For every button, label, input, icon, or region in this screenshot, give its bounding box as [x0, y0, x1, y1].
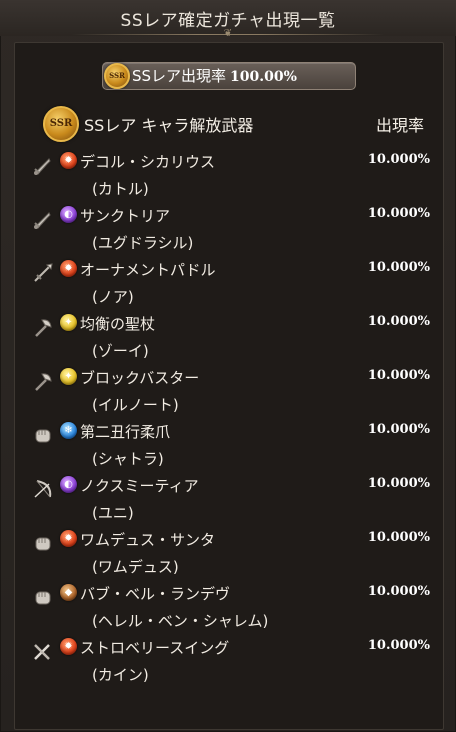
- character-name: (ヘレル・ベン・シャレム): [92, 612, 269, 630]
- dark-element-icon: ◐: [60, 206, 77, 223]
- character-name: (カトル): [92, 180, 149, 198]
- dagger-weapon-icon: [32, 208, 54, 230]
- water-element-icon: ❄: [60, 422, 77, 439]
- fist-weapon-icon: [32, 424, 54, 446]
- character-name: (ユニ): [92, 504, 134, 522]
- fire-element-icon: ✹: [60, 260, 77, 277]
- weapon-name: ワムデュス・サンタ: [80, 531, 216, 549]
- item-rate: 10.000%: [367, 638, 430, 653]
- ssr-badge-icon: SSR: [104, 63, 130, 89]
- header-ornament-icon: ❦: [223, 28, 233, 39]
- sword-weapon-icon: [32, 640, 54, 662]
- item-rate: 10.000%: [367, 422, 430, 437]
- list-item: ✦ 均衡の聖杖 (ゾーイ) 10.000%: [30, 312, 440, 366]
- light-element-icon: ✦: [60, 314, 77, 331]
- ssr-rate-text: SSレア出現率 100.00%: [132, 65, 352, 86]
- list-item: ✹ デコル・シカリウス (カトル) 10.000%: [30, 150, 440, 204]
- fist-weapon-icon: [32, 586, 54, 608]
- character-name: (イルノート): [92, 396, 179, 414]
- character-name: (ワムデュス): [92, 558, 179, 576]
- earth-element-icon: ◆: [60, 584, 77, 601]
- weapon-name: ノクスミーティア: [80, 477, 199, 495]
- list-item: ◆ バブ・ベル・ランデヴ (ヘレル・ベン・シャレム) 10.000%: [30, 582, 440, 636]
- item-rate: 10.000%: [367, 584, 430, 599]
- item-rate: 10.000%: [367, 368, 430, 383]
- list-item: ✦ ブロックバスター (イルノート) 10.000%: [30, 366, 440, 420]
- weapon-name: オーナメントパドル: [80, 261, 216, 279]
- item-rate: 10.000%: [367, 314, 430, 329]
- fire-element-icon: ✹: [60, 638, 77, 655]
- list-item: ✹ ワムデュス・サンタ (ワムデュス) 10.000%: [30, 528, 440, 582]
- dagger-weapon-icon: [32, 154, 54, 176]
- bow-weapon-icon: [32, 478, 54, 500]
- character-name: (ユグドラシル): [92, 234, 194, 252]
- ssr-section-badge-icon: SSR: [43, 106, 79, 142]
- list-item: ❄ 第二丑行柔爪 (シャトラ) 10.000%: [30, 420, 440, 474]
- item-rate: 10.000%: [367, 260, 430, 275]
- ssr-rate-value: 100.00%: [230, 69, 297, 85]
- rate-column-header: 出現率: [376, 116, 425, 135]
- weapon-name: 均衡の聖杖: [80, 315, 156, 333]
- window-header: SSレア確定ガチャ出現一覧 ❦: [0, 0, 456, 39]
- weapon-name: バブ・ベル・ランデヴ: [80, 585, 231, 603]
- weapon-name: ストロベリースイング: [80, 639, 230, 657]
- weapon-name: サンクトリア: [80, 207, 171, 225]
- item-rate: 10.000%: [367, 476, 430, 491]
- fist-weapon-icon: [32, 532, 54, 554]
- light-element-icon: ✦: [60, 368, 77, 385]
- weapon-name: 第二丑行柔爪: [80, 423, 171, 441]
- fire-element-icon: ✹: [60, 530, 77, 547]
- list-item: ✹ ストロベリースイング (カイン) 10.000%: [30, 636, 440, 690]
- section-title: SSレア キャラ解放武器: [84, 116, 254, 135]
- character-name: (シャトラ): [92, 450, 164, 468]
- item-rate: 10.000%: [367, 530, 430, 545]
- ssr-rate-label: SSレア出現率: [132, 67, 227, 85]
- spear-weapon-icon: [32, 262, 54, 284]
- item-rate: 10.000%: [367, 206, 430, 221]
- axe-weapon-icon: [32, 316, 54, 338]
- list-item: ✹ オーナメントパドル (ノア) 10.000%: [30, 258, 440, 312]
- weapon-name: ブロックバスター: [80, 369, 200, 387]
- character-name: (ゾーイ): [92, 342, 149, 360]
- character-name: (カイン): [92, 666, 149, 684]
- axe-weapon-icon: [32, 370, 54, 392]
- weapon-name: デコル・シカリウス: [80, 153, 216, 171]
- list-item: ◐ サンクトリア (ユグドラシル) 10.000%: [30, 204, 440, 258]
- fire-element-icon: ✹: [60, 152, 77, 169]
- list-item: ◐ ノクスミーティア (ユニ) 10.000%: [30, 474, 440, 528]
- dark-element-icon: ◐: [60, 476, 77, 493]
- item-rate: 10.000%: [367, 152, 430, 167]
- character-name: (ノア): [92, 288, 134, 306]
